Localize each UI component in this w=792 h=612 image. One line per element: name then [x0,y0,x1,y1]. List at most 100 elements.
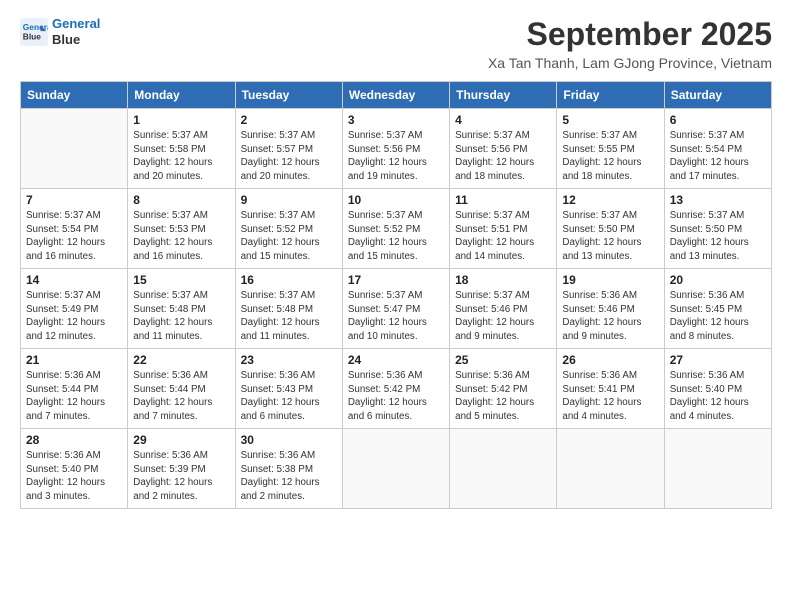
calendar-cell: 17 Sunrise: 5:37 AM Sunset: 5:47 PM Dayli… [342,269,449,349]
week-row-1: 1 Sunrise: 5:37 AM Sunset: 5:58 PM Daylig… [21,109,772,189]
day-number: 28 [26,433,122,447]
logo: General Blue General Blue [20,16,100,47]
day-info: Sunrise: 5:37 AM Sunset: 5:49 PM Dayligh… [26,289,122,344]
day-number: 6 [670,113,766,127]
day-info: Sunrise: 5:36 AM Sunset: 5:43 PM Dayligh… [241,369,337,424]
day-info: Sunrise: 5:37 AM Sunset: 5:55 PM Dayligh… [562,129,658,184]
day-number: 24 [348,353,444,367]
calendar-cell [21,109,128,189]
calendar-cell: 4 Sunrise: 5:37 AM Sunset: 5:56 PM Daylig… [450,109,557,189]
day-info: Sunrise: 5:36 AM Sunset: 5:44 PM Dayligh… [26,369,122,424]
week-row-4: 21 Sunrise: 5:36 AM Sunset: 5:44 PM Dayli… [21,349,772,429]
calendar-cell: 27 Sunrise: 5:36 AM Sunset: 5:40 PM Dayli… [664,349,771,429]
calendar-cell [557,429,664,509]
day-number: 3 [348,113,444,127]
day-info: Sunrise: 5:36 AM Sunset: 5:42 PM Dayligh… [455,369,551,424]
day-info: Sunrise: 5:37 AM Sunset: 5:48 PM Dayligh… [241,289,337,344]
day-number: 23 [241,353,337,367]
day-info: Sunrise: 5:36 AM Sunset: 5:39 PM Dayligh… [133,449,229,504]
day-info: Sunrise: 5:36 AM Sunset: 5:45 PM Dayligh… [670,289,766,344]
day-number: 2 [241,113,337,127]
day-info: Sunrise: 5:36 AM Sunset: 5:41 PM Dayligh… [562,369,658,424]
day-info: Sunrise: 5:37 AM Sunset: 5:47 PM Dayligh… [348,289,444,344]
day-number: 22 [133,353,229,367]
calendar-cell: 22 Sunrise: 5:36 AM Sunset: 5:44 PM Dayli… [128,349,235,429]
day-info: Sunrise: 5:37 AM Sunset: 5:52 PM Dayligh… [348,209,444,264]
day-info: Sunrise: 5:37 AM Sunset: 5:50 PM Dayligh… [670,209,766,264]
calendar-cell: 28 Sunrise: 5:36 AM Sunset: 5:40 PM Dayli… [21,429,128,509]
column-header-thursday: Thursday [450,82,557,109]
day-number: 16 [241,273,337,287]
calendar-cell: 30 Sunrise: 5:36 AM Sunset: 5:38 PM Dayli… [235,429,342,509]
day-info: Sunrise: 5:37 AM Sunset: 5:56 PM Dayligh… [455,129,551,184]
day-number: 8 [133,193,229,207]
calendar-cell: 11 Sunrise: 5:37 AM Sunset: 5:51 PM Dayli… [450,189,557,269]
day-info: Sunrise: 5:37 AM Sunset: 5:46 PM Dayligh… [455,289,551,344]
day-number: 25 [455,353,551,367]
column-header-monday: Monday [128,82,235,109]
day-number: 13 [670,193,766,207]
calendar-header-row: SundayMondayTuesdayWednesdayThursdayFrid… [21,82,772,109]
column-header-sunday: Sunday [21,82,128,109]
day-number: 7 [26,193,122,207]
day-number: 9 [241,193,337,207]
day-info: Sunrise: 5:37 AM Sunset: 5:50 PM Dayligh… [562,209,658,264]
calendar-cell: 25 Sunrise: 5:36 AM Sunset: 5:42 PM Dayli… [450,349,557,429]
day-info: Sunrise: 5:36 AM Sunset: 5:38 PM Dayligh… [241,449,337,504]
week-row-2: 7 Sunrise: 5:37 AM Sunset: 5:54 PM Daylig… [21,189,772,269]
calendar-cell [450,429,557,509]
calendar-table: SundayMondayTuesdayWednesdayThursdayFrid… [20,81,772,509]
day-number: 20 [670,273,766,287]
day-number: 19 [562,273,658,287]
day-number: 27 [670,353,766,367]
day-number: 29 [133,433,229,447]
calendar-cell: 15 Sunrise: 5:37 AM Sunset: 5:48 PM Dayli… [128,269,235,349]
day-info: Sunrise: 5:37 AM Sunset: 5:52 PM Dayligh… [241,209,337,264]
calendar-cell: 18 Sunrise: 5:37 AM Sunset: 5:46 PM Dayli… [450,269,557,349]
day-info: Sunrise: 5:37 AM Sunset: 5:48 PM Dayligh… [133,289,229,344]
calendar-cell: 12 Sunrise: 5:37 AM Sunset: 5:50 PM Dayli… [557,189,664,269]
logo-icon: General Blue [20,18,48,46]
calendar-cell: 20 Sunrise: 5:36 AM Sunset: 5:45 PM Dayli… [664,269,771,349]
calendar-cell: 14 Sunrise: 5:37 AM Sunset: 5:49 PM Dayli… [21,269,128,349]
calendar-cell: 19Sunrise: 5:36 AM Sunset: 5:46 PM Dayli… [557,269,664,349]
calendar-cell: 9 Sunrise: 5:37 AM Sunset: 5:52 PM Daylig… [235,189,342,269]
calendar-cell: 10Sunrise: 5:37 AM Sunset: 5:52 PM Dayli… [342,189,449,269]
day-number: 12 [562,193,658,207]
calendar-cell: 3Sunrise: 5:37 AM Sunset: 5:56 PM Daylig… [342,109,449,189]
calendar-cell [664,429,771,509]
calendar-cell: 24 Sunrise: 5:36 AM Sunset: 5:42 PM Dayli… [342,349,449,429]
column-header-friday: Friday [557,82,664,109]
day-info: Sunrise: 5:37 AM Sunset: 5:54 PM Dayligh… [670,129,766,184]
day-info: Sunrise: 5:37 AM Sunset: 5:51 PM Dayligh… [455,209,551,264]
month-title: September 2025 [488,16,772,53]
calendar-cell: 8Sunrise: 5:37 AM Sunset: 5:53 PM Daylig… [128,189,235,269]
title-block: September 2025 Xa Tan Thanh, Lam GJong P… [488,16,772,71]
day-number: 21 [26,353,122,367]
day-number: 11 [455,193,551,207]
page-header: General Blue General Blue September 2025… [20,16,772,71]
day-number: 30 [241,433,337,447]
day-number: 5 [562,113,658,127]
calendar-cell: 6 Sunrise: 5:37 AM Sunset: 5:54 PM Daylig… [664,109,771,189]
location-subtitle: Xa Tan Thanh, Lam GJong Province, Vietna… [488,55,772,71]
calendar-cell: 7 Sunrise: 5:37 AM Sunset: 5:54 PM Daylig… [21,189,128,269]
day-info: Sunrise: 5:36 AM Sunset: 5:40 PM Dayligh… [26,449,122,504]
calendar-cell: 29 Sunrise: 5:36 AM Sunset: 5:39 PM Dayli… [128,429,235,509]
day-info: Sunrise: 5:36 AM Sunset: 5:44 PM Dayligh… [133,369,229,424]
day-number: 4 [455,113,551,127]
day-info: Sunrise: 5:37 AM Sunset: 5:54 PM Dayligh… [26,209,122,264]
day-number: 15 [133,273,229,287]
calendar-cell: 1 Sunrise: 5:37 AM Sunset: 5:58 PM Daylig… [128,109,235,189]
day-number: 26 [562,353,658,367]
day-info: Sunrise: 5:36 AM Sunset: 5:40 PM Dayligh… [670,369,766,424]
day-info: Sunrise: 5:36 AM Sunset: 5:42 PM Dayligh… [348,369,444,424]
calendar-cell: 26 Sunrise: 5:36 AM Sunset: 5:41 PM Dayli… [557,349,664,429]
day-number: 14 [26,273,122,287]
calendar-body: 1 Sunrise: 5:37 AM Sunset: 5:58 PM Daylig… [21,109,772,509]
day-number: 17 [348,273,444,287]
day-number: 1 [133,113,229,127]
calendar-cell: 16 Sunrise: 5:37 AM Sunset: 5:48 PM Dayli… [235,269,342,349]
day-number: 18 [455,273,551,287]
day-info: Sunrise: 5:37 AM Sunset: 5:58 PM Dayligh… [133,129,229,184]
